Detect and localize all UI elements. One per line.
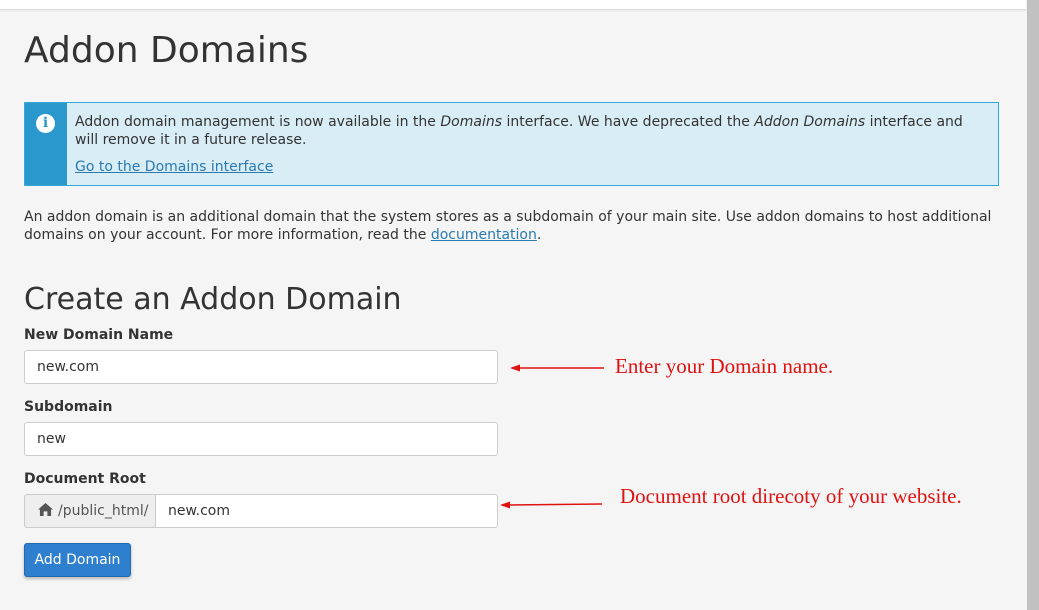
subdomain-label: Subdomain	[24, 399, 113, 415]
document-root-prefix-text: /public_html/	[58, 503, 149, 519]
alert-text-part: Addon domain management is now available…	[75, 114, 441, 130]
alert-text-part: interface. We have deprecated the	[502, 114, 755, 130]
scrollbar[interactable]	[1027, 0, 1039, 610]
annotation-docroot-note: Document root direcoty of your website.	[620, 484, 962, 508]
subdomain-input[interactable]: new	[24, 422, 498, 456]
domains-interface-link[interactable]: Go to the Domains interface	[75, 159, 273, 175]
alert-message: Addon domain management is now available…	[75, 113, 980, 149]
add-domain-button[interactable]: Add Domain	[24, 543, 131, 577]
document-root-input[interactable]: new.com	[155, 494, 498, 528]
info-icon: i	[36, 114, 55, 133]
deprecation-alert: i Addon domain management is now availab…	[24, 102, 999, 186]
home-icon	[38, 503, 53, 516]
annotation-domain-note: Enter your Domain name.	[615, 354, 834, 378]
top-bar	[0, 0, 1026, 10]
annotation-arrow-docroot	[500, 501, 603, 509]
new-domain-input[interactable]: new.com	[24, 350, 498, 384]
document-root-prefix: /public_html/	[24, 494, 156, 528]
alert-emphasis-addon-domains: Addon Domains	[754, 114, 866, 130]
description-end: .	[536, 227, 542, 243]
alert-icon-bar: i	[25, 103, 67, 185]
document-root-label: Document Root	[24, 471, 146, 487]
documentation-link[interactable]: documentation	[431, 227, 537, 243]
page-title: Addon Domains	[24, 30, 309, 71]
form-title: Create an Addon Domain	[24, 282, 402, 317]
alert-emphasis-domains: Domains	[440, 114, 502, 130]
page-description: An addon domain is an additional domain …	[24, 208, 999, 244]
annotation-arrow-domain	[510, 364, 604, 372]
new-domain-label: New Domain Name	[24, 327, 174, 343]
